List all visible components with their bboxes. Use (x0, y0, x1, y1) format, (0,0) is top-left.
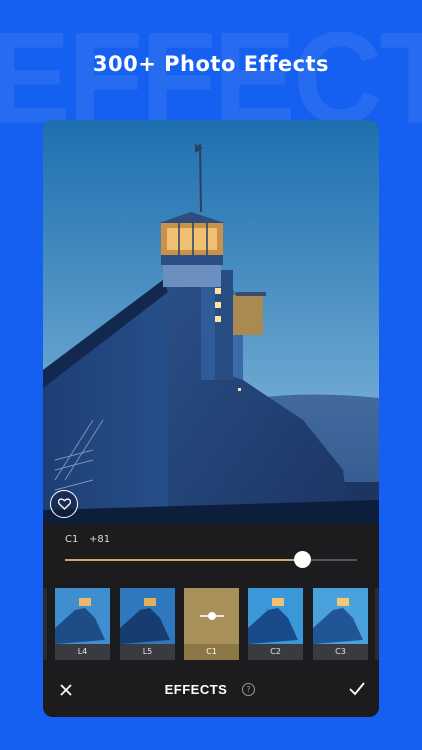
filter-thumbnail (55, 588, 110, 644)
filter-tile-l4[interactable]: L4 (55, 588, 110, 660)
adjust-slider-icon (199, 612, 224, 620)
photo-preview (43, 120, 379, 524)
filter-label: C1 (184, 644, 239, 660)
checkmark-icon[interactable] (348, 681, 366, 697)
filter-strip: L4 L5 C1 C2 C3 (43, 586, 379, 666)
filter-label: C3 (313, 644, 368, 660)
filter-thumbnail (248, 588, 303, 644)
filter-thumbnail-selected (184, 588, 239, 644)
favorite-button[interactable] (50, 490, 78, 518)
filter-tile-c2[interactable]: C2 (248, 588, 303, 660)
bottom-toolbar: EFFECTS ? (43, 666, 379, 717)
slider-value-label: +81 (89, 534, 111, 545)
filter-tile-partial[interactable] (43, 588, 47, 660)
phone-editor-screen: C1 +81 L4 L5 C1 C2 C3 EFFECTS ? (43, 120, 379, 717)
filter-thumbnail (120, 588, 175, 644)
filter-tile-l5[interactable]: L5 (120, 588, 175, 660)
filter-tile-partial[interactable] (375, 588, 379, 660)
heart-icon (57, 498, 71, 510)
filter-thumbnail (313, 588, 368, 644)
promo-headline: 300+ Photo Effects (92, 52, 330, 76)
filter-tile-c1[interactable]: C1 (184, 588, 239, 660)
filter-label: L4 (55, 644, 110, 660)
slider-fill (65, 559, 302, 561)
slider-thumb[interactable] (294, 551, 311, 568)
toolbar-title: EFFECTS (164, 682, 228, 697)
filter-tile-c3[interactable]: C3 (313, 588, 368, 660)
intensity-slider[interactable] (65, 551, 357, 568)
filter-label: C2 (248, 644, 303, 660)
slider-effect-label: C1 (65, 534, 79, 545)
filter-label: L5 (120, 644, 175, 660)
help-icon[interactable]: ? (242, 683, 255, 696)
intensity-slider-panel: C1 +81 (43, 524, 379, 586)
